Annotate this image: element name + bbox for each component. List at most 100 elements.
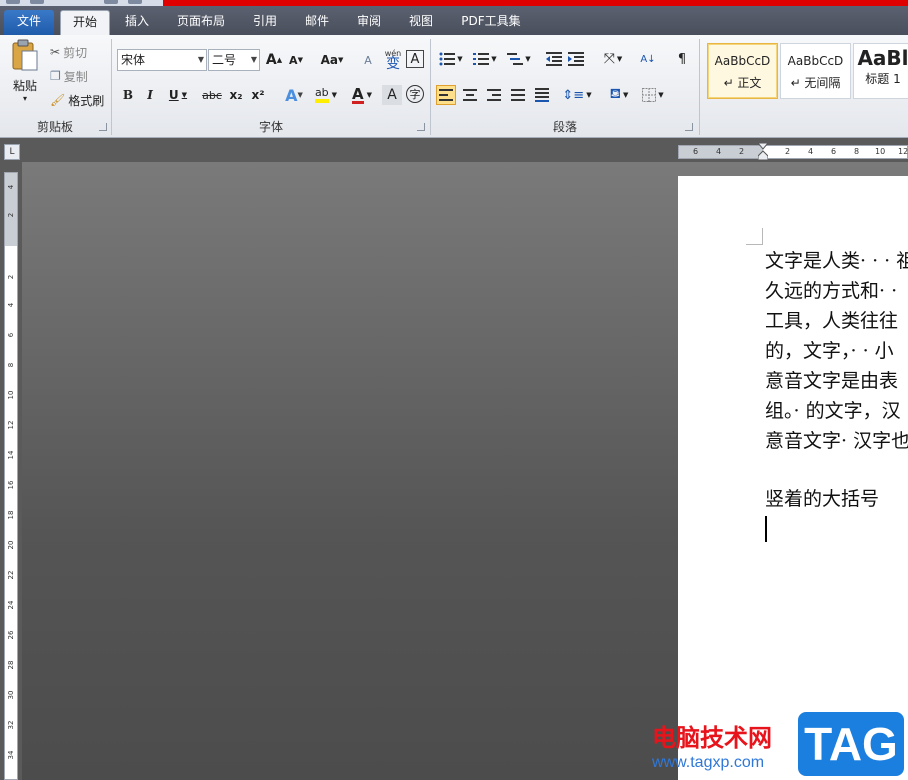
align-left-button[interactable] [436,85,456,105]
quick-access-icon[interactable] [6,0,20,4]
ruler-number: 10 [7,390,15,400]
chinese-layout-button[interactable]: ⤧ ▼ [598,49,628,69]
font-color-button[interactable]: A ▼ [346,85,378,105]
multilevel-list-button[interactable]: ▼ [504,49,534,69]
ruler-number: 2 [7,212,15,218]
line-spacing-icon: ⇕≡ [562,87,585,103]
justify-button[interactable] [508,85,528,105]
tab-home[interactable]: 开始 [60,10,110,35]
quick-access-icon[interactable] [128,0,142,4]
decrease-indent-button[interactable] [544,49,564,69]
document-page[interactable]: 文字是人类· · · 祖 久远的方式和· · 工具，人类往往 的，文字，· · … [678,176,908,780]
subscript-button[interactable]: x₂ [226,85,246,105]
font-group-label: 字体 [258,120,283,134]
tab-references[interactable]: 引用 [242,10,288,35]
borders-button[interactable]: ▼ [638,85,668,105]
ruler-number: 32 [7,720,15,730]
grow-font-button[interactable]: A ▲ [264,50,284,70]
style-name: ↵ 正文 [723,76,762,90]
superscript-button[interactable]: x² [248,85,268,105]
ribbon-tab-bar: 文件 开始 插入 页面布局 引用 邮件 审阅 视图 PDF工具集 [0,6,908,35]
document-heading-line[interactable]: 竖着的大括号 [765,484,879,514]
decrease-indent-icon [546,52,562,66]
clear-formatting-button[interactable]: A [358,50,378,70]
indent-marker-icon[interactable] [758,143,768,161]
bullets-button[interactable]: ▼ [436,49,466,69]
numbering-button[interactable]: ▼ [470,49,500,69]
document-line[interactable]: 意音文字· 汉字也 [765,426,908,456]
paragraph-shading-button[interactable]: ⛾ ▼ [604,85,634,105]
document-line[interactable]: 意音文字是由表 [765,366,898,396]
format-painter-button[interactable]: 🖌 格式刷 [50,91,104,109]
format-painter-label: 格式刷 [68,93,105,108]
text-effects-button[interactable]: A ▼ [280,85,308,105]
character-border-icon: A [410,51,420,67]
change-case-button[interactable]: Aa ▼ [318,50,346,70]
tab-pdf-tools[interactable]: PDF工具集 [452,10,530,35]
phonetic-guide-button[interactable]: wén 变 [382,47,404,71]
paste-button[interactable]: 粘贴 ▾ [6,39,44,115]
cut-button[interactable]: ✂ 剪切 [50,43,87,61]
show-marks-button[interactable]: ¶ [672,49,692,69]
change-case-icon: Aa [320,53,338,67]
chevron-down-icon: ▼ [491,55,497,63]
style-normal[interactable]: AaBbCcD ↵ 正文 [707,43,778,99]
document-line[interactable]: 的，文字，· · 小 [765,336,894,366]
font-size-combo[interactable]: 二号 ▼ [208,49,260,71]
ruler-number: 14 [7,450,15,460]
tab-selector-button[interactable]: L [4,144,20,160]
increase-indent-button[interactable] [566,49,586,69]
tab-view[interactable]: 视图 [398,10,444,35]
align-right-button[interactable] [484,85,504,105]
character-shading-button[interactable]: A [382,85,402,105]
dialog-launcher-icon[interactable] [99,123,107,131]
quick-access-icon[interactable] [104,0,118,4]
tab-insert[interactable]: 插入 [114,10,160,35]
chevron-down-icon: ▼ [658,91,664,99]
underline-button[interactable]: U ▼ [164,85,192,105]
ruler-number: 12 [898,147,908,156]
ruler-number: 22 [7,570,15,580]
document-line[interactable]: 工具，人类往往 [765,306,898,336]
highlight-button[interactable]: ab ▼ [310,85,342,105]
increase-indent-icon [568,52,584,66]
tab-page-layout[interactable]: 页面布局 [166,10,236,35]
tab-review[interactable]: 审阅 [346,10,392,35]
document-line[interactable]: 久远的方式和· · [765,276,897,306]
bold-button[interactable]: B [118,85,138,105]
style-no-spacing[interactable]: AaBbCcD ↵ 无间隔 [780,43,851,99]
watermark-title: 电脑技术网 [652,724,772,752]
line-spacing-button[interactable]: ⇕≡ ▼ [562,85,592,105]
site-watermark: 电脑技术网 www.tagxp.com TAG [646,712,908,780]
ruler-number: 10 [875,147,886,156]
cut-label: 剪切 [63,45,88,60]
document-line[interactable]: 文字是人类· · · 祖 [765,246,908,276]
character-shading-icon: A [387,87,397,103]
chevron-down-icon: ▼ [197,55,204,64]
font-name-combo[interactable]: 宋体 ▼ [117,49,207,71]
enclose-characters-button[interactable]: 字 [406,85,424,103]
italic-button[interactable]: I [140,85,160,105]
tab-mailings[interactable]: 邮件 [294,10,340,35]
shrink-font-button[interactable]: A ▼ [286,50,306,70]
vertical-ruler[interactable]: 4 2 2 4 6 8 10 12 14 16 18 20 22 24 26 2… [4,172,18,780]
highlighter-icon: ab [314,87,329,103]
strikethrough-button[interactable]: abc [200,85,224,105]
paint-bucket-icon: ⛾ [609,86,622,102]
horizontal-ruler[interactable]: 6 4 2 2 4 6 8 10 12 [678,145,908,159]
tab-file[interactable]: 文件 [4,10,54,35]
style-name: ↵ 无间隔 [790,76,841,90]
align-center-button[interactable] [460,85,480,105]
paste-icon [12,39,38,71]
align-left-icon [439,89,453,101]
dialog-launcher-icon[interactable] [417,123,425,131]
character-border-button[interactable]: A [406,50,424,68]
copy-button[interactable]: ❐ 复制 [50,67,88,85]
document-line[interactable]: 组。· 的文字，汉 [765,396,901,426]
quick-access-icon[interactable] [30,0,44,4]
superscript-icon: x² [251,88,265,102]
style-heading-1[interactable]: AaBl 标题 1 [853,43,908,99]
distributed-button[interactable] [532,85,552,105]
sort-button[interactable]: A↓ [638,49,658,69]
dialog-launcher-icon[interactable] [685,123,693,131]
